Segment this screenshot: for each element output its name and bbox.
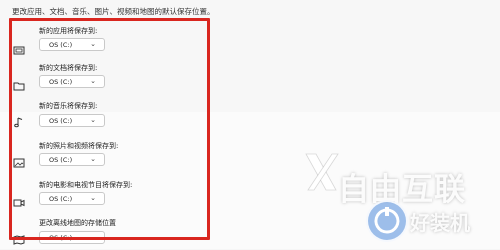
watermark-logo-text: 好装机: [410, 211, 470, 235]
intro-text: 更改应用、文档、音乐、图片、视频和地图的默认保存位置。: [12, 7, 215, 16]
watermark-logo-icon: [366, 200, 408, 242]
storage-settings-page: 更改应用、文档、音乐、图片、视频和地图的默认保存位置。 新的应用将保存到: OS…: [0, 0, 500, 249]
highlight-box: [9, 18, 210, 240]
watermark-x-logo: [305, 153, 339, 191]
